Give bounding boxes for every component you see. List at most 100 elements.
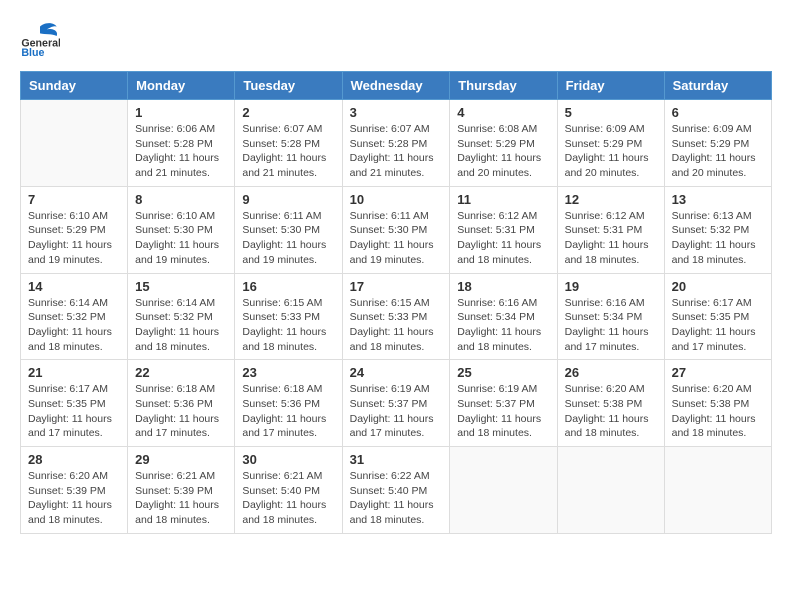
calendar-cell: 22 Sunrise: 6:18 AM Sunset: 5:36 PM Dayli… — [128, 360, 235, 447]
day-info: Sunrise: 6:17 AM Sunset: 5:35 PM Dayligh… — [672, 296, 764, 355]
day-info: Sunrise: 6:07 AM Sunset: 5:28 PM Dayligh… — [242, 122, 334, 181]
day-info: Sunrise: 6:21 AM Sunset: 5:39 PM Dayligh… — [135, 469, 227, 528]
calendar-cell: 31 Sunrise: 6:22 AM Sunset: 5:40 PM Dayli… — [342, 447, 450, 534]
day-number: 16 — [242, 279, 334, 294]
calendar-cell: 15 Sunrise: 6:14 AM Sunset: 5:32 PM Dayli… — [128, 273, 235, 360]
day-info: Sunrise: 6:18 AM Sunset: 5:36 PM Dayligh… — [242, 382, 334, 441]
calendar-cell: 4 Sunrise: 6:08 AM Sunset: 5:29 PM Daylig… — [450, 100, 557, 187]
day-number: 30 — [242, 452, 334, 467]
day-number: 18 — [457, 279, 549, 294]
day-info: Sunrise: 6:08 AM Sunset: 5:29 PM Dayligh… — [457, 122, 549, 181]
col-header-tuesday: Tuesday — [235, 72, 342, 100]
calendar-cell: 14 Sunrise: 6:14 AM Sunset: 5:32 PM Dayli… — [21, 273, 128, 360]
calendar-table: SundayMondayTuesdayWednesdayThursdayFrid… — [20, 71, 772, 534]
day-number: 28 — [28, 452, 120, 467]
col-header-friday: Friday — [557, 72, 664, 100]
calendar-cell: 23 Sunrise: 6:18 AM Sunset: 5:36 PM Dayli… — [235, 360, 342, 447]
calendar-cell: 27Sunrise: 6:20 AM Sunset: 5:38 PM Dayli… — [664, 360, 771, 447]
day-info: Sunrise: 6:10 AM Sunset: 5:30 PM Dayligh… — [135, 209, 227, 268]
col-header-sunday: Sunday — [21, 72, 128, 100]
day-info: Sunrise: 6:17 AM Sunset: 5:35 PM Dayligh… — [28, 382, 120, 441]
calendar-cell — [557, 447, 664, 534]
calendar-cell: 18 Sunrise: 6:16 AM Sunset: 5:34 PM Dayli… — [450, 273, 557, 360]
calendar-cell: 17 Sunrise: 6:15 AM Sunset: 5:33 PM Dayli… — [342, 273, 450, 360]
day-number: 17 — [350, 279, 443, 294]
calendar-cell — [450, 447, 557, 534]
calendar-header-row: SundayMondayTuesdayWednesdayThursdayFrid… — [21, 72, 772, 100]
day-info: Sunrise: 6:07 AM Sunset: 5:28 PM Dayligh… — [350, 122, 443, 181]
calendar-cell: 29 Sunrise: 6:21 AM Sunset: 5:39 PM Dayli… — [128, 447, 235, 534]
calendar-cell: 5Sunrise: 6:09 AM Sunset: 5:29 PM Daylig… — [557, 100, 664, 187]
day-info: Sunrise: 6:18 AM Sunset: 5:36 PM Dayligh… — [135, 382, 227, 441]
logo: General Blue — [20, 20, 60, 61]
calendar-cell: 11 Sunrise: 6:12 AM Sunset: 5:31 PM Dayli… — [450, 186, 557, 273]
calendar-cell: 8 Sunrise: 6:10 AM Sunset: 5:30 PM Daylig… — [128, 186, 235, 273]
day-number: 29 — [135, 452, 227, 467]
day-number: 15 — [135, 279, 227, 294]
calendar-week-row: 28Sunrise: 6:20 AM Sunset: 5:39 PM Dayli… — [21, 447, 772, 534]
day-number: 19 — [565, 279, 657, 294]
col-header-saturday: Saturday — [664, 72, 771, 100]
calendar-cell: 3Sunrise: 6:07 AM Sunset: 5:28 PM Daylig… — [342, 100, 450, 187]
col-header-wednesday: Wednesday — [342, 72, 450, 100]
calendar-cell — [664, 447, 771, 534]
day-number: 6 — [672, 105, 764, 120]
calendar-cell: 6 Sunrise: 6:09 AM Sunset: 5:29 PM Daylig… — [664, 100, 771, 187]
day-number: 12 — [565, 192, 657, 207]
day-number: 4 — [457, 105, 549, 120]
day-info: Sunrise: 6:12 AM Sunset: 5:31 PM Dayligh… — [457, 209, 549, 268]
calendar-cell: 24 Sunrise: 6:19 AM Sunset: 5:37 PM Dayli… — [342, 360, 450, 447]
day-info: Sunrise: 6:11 AM Sunset: 5:30 PM Dayligh… — [350, 209, 443, 268]
day-number: 1 — [135, 105, 227, 120]
day-info: Sunrise: 6:19 AM Sunset: 5:37 PM Dayligh… — [457, 382, 549, 441]
calendar-cell: 7Sunrise: 6:10 AM Sunset: 5:29 PM Daylig… — [21, 186, 128, 273]
day-info: Sunrise: 6:19 AM Sunset: 5:37 PM Dayligh… — [350, 382, 443, 441]
day-info: Sunrise: 6:14 AM Sunset: 5:32 PM Dayligh… — [135, 296, 227, 355]
day-info: Sunrise: 6:12 AM Sunset: 5:31 PM Dayligh… — [565, 209, 657, 268]
calendar-cell: 21 Sunrise: 6:17 AM Sunset: 5:35 PM Dayli… — [21, 360, 128, 447]
calendar-cell: 28Sunrise: 6:20 AM Sunset: 5:39 PM Dayli… — [21, 447, 128, 534]
day-number: 10 — [350, 192, 443, 207]
calendar-cell: 26 Sunrise: 6:20 AM Sunset: 5:38 PM Dayli… — [557, 360, 664, 447]
calendar-cell: 10 Sunrise: 6:11 AM Sunset: 5:30 PM Dayli… — [342, 186, 450, 273]
svg-text:Blue: Blue — [21, 47, 44, 56]
calendar-cell: 12 Sunrise: 6:12 AM Sunset: 5:31 PM Dayli… — [557, 186, 664, 273]
day-number: 24 — [350, 365, 443, 380]
day-info: Sunrise: 6:20 AM Sunset: 5:38 PM Dayligh… — [672, 382, 764, 441]
calendar-week-row: 7Sunrise: 6:10 AM Sunset: 5:29 PM Daylig… — [21, 186, 772, 273]
calendar-week-row: 21 Sunrise: 6:17 AM Sunset: 5:35 PM Dayli… — [21, 360, 772, 447]
day-info: Sunrise: 6:16 AM Sunset: 5:34 PM Dayligh… — [457, 296, 549, 355]
day-info: Sunrise: 6:10 AM Sunset: 5:29 PM Dayligh… — [28, 209, 120, 268]
day-number: 21 — [28, 365, 120, 380]
day-number: 2 — [242, 105, 334, 120]
day-info: Sunrise: 6:11 AM Sunset: 5:30 PM Dayligh… — [242, 209, 334, 268]
day-number: 20 — [672, 279, 764, 294]
day-info: Sunrise: 6:22 AM Sunset: 5:40 PM Dayligh… — [350, 469, 443, 528]
calendar-cell: 2 Sunrise: 6:07 AM Sunset: 5:28 PM Daylig… — [235, 100, 342, 187]
day-number: 8 — [135, 192, 227, 207]
day-number: 31 — [350, 452, 443, 467]
day-number: 11 — [457, 192, 549, 207]
day-info: Sunrise: 6:14 AM Sunset: 5:32 PM Dayligh… — [28, 296, 120, 355]
day-info: Sunrise: 6:15 AM Sunset: 5:33 PM Dayligh… — [350, 296, 443, 355]
day-info: Sunrise: 6:09 AM Sunset: 5:29 PM Dayligh… — [565, 122, 657, 181]
day-info: Sunrise: 6:21 AM Sunset: 5:40 PM Dayligh… — [242, 469, 334, 528]
calendar-cell — [21, 100, 128, 187]
day-number: 14 — [28, 279, 120, 294]
day-info: Sunrise: 6:13 AM Sunset: 5:32 PM Dayligh… — [672, 209, 764, 268]
calendar-week-row: 14 Sunrise: 6:14 AM Sunset: 5:32 PM Dayli… — [21, 273, 772, 360]
calendar-cell: 13Sunrise: 6:13 AM Sunset: 5:32 PM Dayli… — [664, 186, 771, 273]
day-number: 23 — [242, 365, 334, 380]
calendar-cell: 25 Sunrise: 6:19 AM Sunset: 5:37 PM Dayli… — [450, 360, 557, 447]
day-info: Sunrise: 6:09 AM Sunset: 5:29 PM Dayligh… — [672, 122, 764, 181]
day-number: 25 — [457, 365, 549, 380]
day-info: Sunrise: 6:15 AM Sunset: 5:33 PM Dayligh… — [242, 296, 334, 355]
calendar-cell: 1Sunrise: 6:06 AM Sunset: 5:28 PM Daylig… — [128, 100, 235, 187]
calendar-cell: 20 Sunrise: 6:17 AM Sunset: 5:35 PM Dayli… — [664, 273, 771, 360]
day-info: Sunrise: 6:16 AM Sunset: 5:34 PM Dayligh… — [565, 296, 657, 355]
day-number: 26 — [565, 365, 657, 380]
calendar-cell: 9Sunrise: 6:11 AM Sunset: 5:30 PM Daylig… — [235, 186, 342, 273]
day-info: Sunrise: 6:20 AM Sunset: 5:38 PM Dayligh… — [565, 382, 657, 441]
day-number: 22 — [135, 365, 227, 380]
page-header: General Blue — [20, 20, 772, 61]
